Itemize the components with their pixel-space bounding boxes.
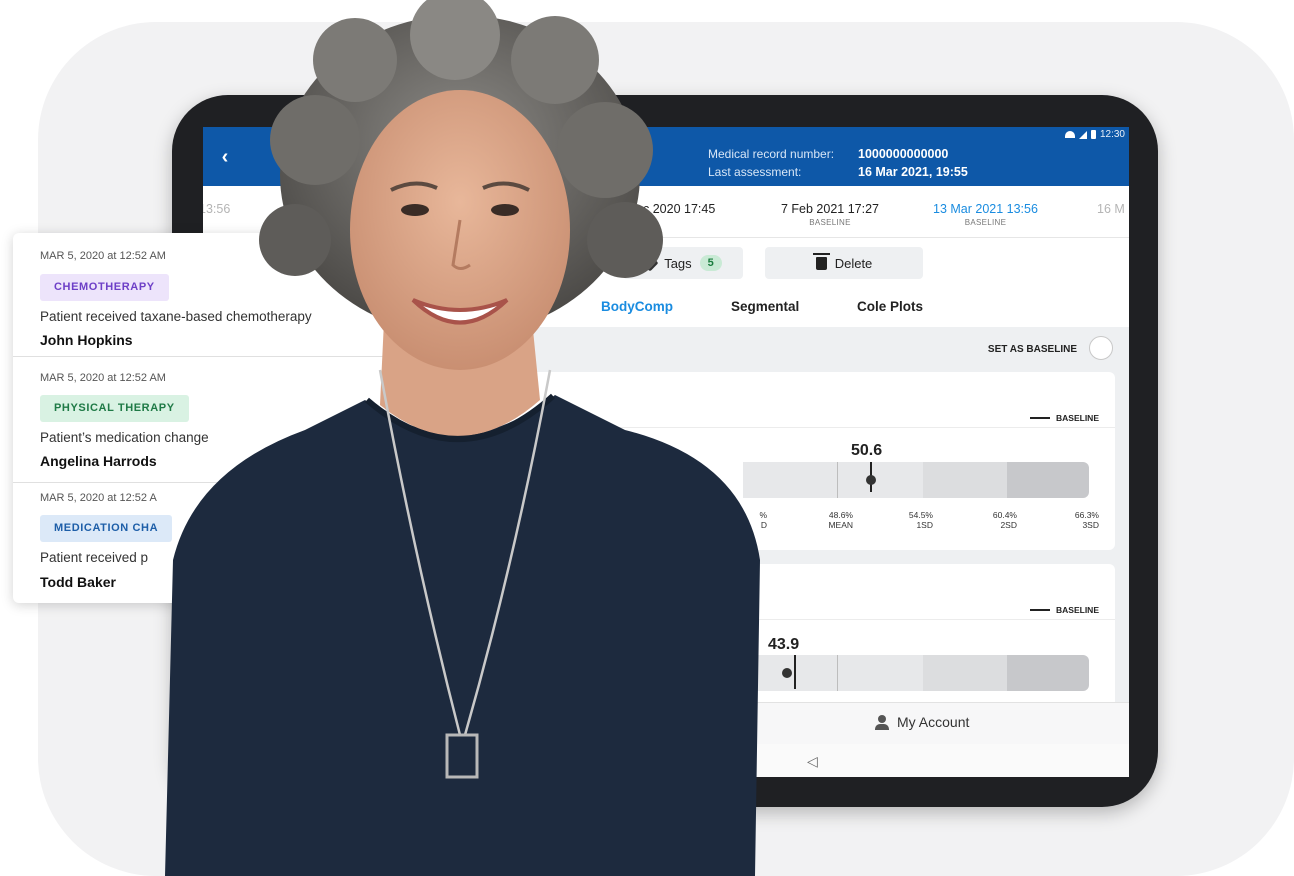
tick-label: 48.6% MEAN (828, 510, 853, 530)
baseline-marker (794, 655, 796, 689)
date-item[interactable]: 16 M (1097, 202, 1125, 216)
note-text: Patient received p (40, 550, 149, 565)
range-segment (837, 462, 923, 498)
trash-icon (812, 252, 830, 270)
baseline-legend-line (1030, 609, 1051, 611)
tab-cole-plots[interactable]: Cole Plots (857, 299, 923, 314)
date-label: 13 Mar 2021 13:56 (933, 202, 1038, 216)
measurement-dot (866, 475, 876, 485)
my-account-button[interactable]: My Account (875, 714, 969, 730)
measurement-dot (782, 668, 792, 678)
set-baseline-radio[interactable] (1089, 336, 1113, 360)
range-segment (923, 462, 1007, 498)
range-segment (1007, 655, 1089, 691)
legend-label: BASELINE (1056, 413, 1099, 423)
note-author: Todd Baker (40, 574, 116, 590)
system-back-icon[interactable]: ◁ (807, 753, 818, 770)
note-date: MAR 5, 2020 at 12:52 AM (40, 372, 166, 384)
measurement-value: 50.6 (851, 442, 883, 459)
baseline-legend: BASELINE (1030, 413, 1099, 423)
legend-label: BASELINE (1056, 605, 1099, 615)
note-tag-badge: MEDICATION CHA (40, 515, 173, 542)
tick-label: 66.3% 3SD (1074, 510, 1099, 530)
baseline-legend-line (1030, 417, 1051, 419)
measurement-value: 43.9 (768, 636, 800, 653)
marketing-composite: ‹ 566 Medical record number: Last assess… (0, 0, 1294, 876)
clock: 12:30 (1099, 129, 1125, 140)
signal-icon (1078, 130, 1087, 139)
baseline-sublabel: BASELINE (964, 218, 1007, 227)
record-value: 1000000000000 (858, 147, 949, 161)
account-label: My Account (897, 714, 970, 730)
note-tag-badge: CHEMOTHERAPY (40, 274, 169, 301)
range-tick (837, 462, 838, 498)
tick-label: 54.5% 1SD (908, 510, 933, 530)
date-label: 7 Feb 2021 17:27 (781, 202, 879, 216)
tick-label: 60.4% 2SD (992, 510, 1017, 530)
date-item[interactable]: 7 Feb 2021 17:27 BASELINE (781, 202, 879, 227)
set-baseline-label: SET AS BASELINE (987, 344, 1077, 355)
range-segment (1007, 462, 1089, 498)
delete-label: Delete (834, 255, 873, 271)
date-item-selected[interactable]: 13 Mar 2021 13:56 BASELINE (933, 202, 1038, 227)
note-author: Angelina Harrods (40, 453, 157, 469)
baseline-legend: BASELINE (1030, 605, 1099, 615)
range-segment (837, 655, 923, 691)
person-icon (875, 714, 889, 730)
note-date: MAR 5, 2020 at 12:52 AM (40, 250, 166, 262)
range-tick (837, 655, 838, 691)
range-bar (743, 462, 1089, 498)
baseline-sublabel: BASELINE (809, 218, 851, 227)
range-segment (923, 655, 1007, 691)
date-label: 16 M (1097, 202, 1125, 216)
delete-button[interactable]: Delete (765, 247, 923, 279)
assessment-value: 16 Mar 2021, 19:55 (858, 165, 968, 179)
note-author: John Hopkins (40, 332, 133, 348)
header-values: 1000000000000 16 Mar 2021, 19:55 (858, 145, 968, 181)
note-date: MAR 5, 2020 at 12:52 A (40, 492, 157, 504)
battery-icon (1090, 130, 1096, 139)
smiling-woman-photo (165, 0, 760, 876)
status-bar: 12:30 (1064, 129, 1125, 140)
wifi-icon (1064, 131, 1075, 138)
